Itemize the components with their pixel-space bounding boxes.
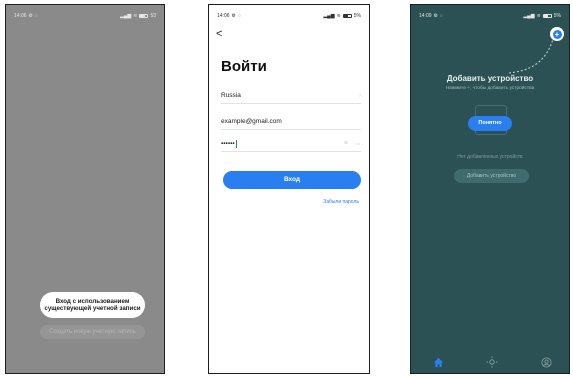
signal-icon: ▂▄▆ — [120, 12, 132, 19]
app-icon: ◌ — [440, 12, 443, 19]
wifi-icon: ≋ — [133, 12, 138, 19]
status-time: 14:06 — [217, 13, 230, 19]
page-title: Войти — [221, 58, 267, 75]
create-account-label: Создать новую учетную запись — [49, 329, 136, 335]
onboarding-title: Добавить устройство — [446, 74, 534, 83]
home-icon[interactable] — [431, 355, 445, 369]
bottom-navigation — [411, 351, 569, 373]
email-value: example@gmail.com — [221, 118, 282, 125]
screen-home-overlay: 14:09 ⚙ ◌ ▂▄▆ ≋ 5% + Добавить устройство… — [410, 4, 570, 374]
status-bar: 14:06 ⚙ ◌ ▂▄▆ ≋ 53 — [14, 11, 156, 21]
app-icon: ◌ — [35, 12, 38, 19]
login-existing-account-button[interactable]: Вход с использованием существующей учетн… — [40, 292, 145, 318]
battery-level: 53 — [150, 13, 156, 19]
text-cursor — [235, 139, 237, 148]
battery-icon — [342, 14, 352, 18]
password-mask: •••••• — [221, 140, 235, 148]
status-bar: 14:09 ⚙ ◌ ▂▄▆ ≋ 5% — [419, 11, 561, 21]
screen-login: 14:06 ⚙ ◌ ▂▄▆ ≋ 5% < Войти Russia › exam… — [208, 4, 370, 374]
back-button[interactable]: < — [216, 29, 222, 40]
country-select[interactable]: Russia › — [221, 88, 361, 104]
battery-icon — [139, 14, 149, 18]
password-field[interactable]: •••••• × ⋯ — [221, 136, 361, 152]
login-button[interactable]: Вход — [223, 171, 361, 189]
chevron-right-icon: › — [359, 92, 361, 99]
password-value: •••••• — [221, 139, 237, 148]
login-existing-account-label: Вход с использованием существующей учетн… — [44, 297, 141, 313]
status-time: 14:09 — [419, 13, 432, 19]
email-field[interactable]: example@gmail.com — [221, 114, 361, 130]
settings-icon: ⚙ — [433, 12, 438, 19]
hint-arrow-icon — [508, 38, 554, 74]
battery-level: 5% — [553, 13, 561, 19]
wifi-icon: ≋ — [336, 12, 341, 19]
battery-icon — [542, 14, 552, 18]
create-account-button[interactable]: Создать новую учетную запись — [40, 325, 145, 339]
status-time: 14:06 — [14, 13, 27, 19]
settings-icon: ⚙ — [28, 12, 33, 19]
understood-button[interactable]: Понятно — [468, 116, 512, 131]
profile-icon[interactable] — [539, 355, 553, 369]
clear-icon[interactable]: × — [344, 140, 348, 147]
add-device-button[interactable]: Добавить устройство — [454, 169, 529, 183]
status-bar: 14:06 ⚙ ◌ ▂▄▆ ≋ 5% — [217, 11, 361, 21]
forgot-password-link[interactable]: Забыли пароль — [323, 199, 359, 205]
eye-icon[interactable]: ⋯ — [354, 140, 361, 148]
sun-icon[interactable] — [485, 355, 499, 369]
onboarding-subtitle: Нажмите +, чтобы добавить устройства — [445, 86, 535, 91]
country-value: Russia — [221, 92, 241, 99]
battery-level: 5% — [353, 13, 361, 19]
signal-icon: ▂▄▆ — [523, 12, 535, 19]
signal-icon: ▂▄▆ — [323, 12, 335, 19]
settings-icon: ⚙ — [231, 12, 236, 19]
app-icon: ◌ — [238, 12, 241, 19]
wifi-icon: ≋ — [536, 12, 541, 19]
screen-welcome: 14:06 ⚙ ◌ ▂▄▆ ≋ 53 Вход с использованием… — [5, 4, 165, 374]
empty-state-text: Нет добавленных устройств — [457, 154, 523, 160]
